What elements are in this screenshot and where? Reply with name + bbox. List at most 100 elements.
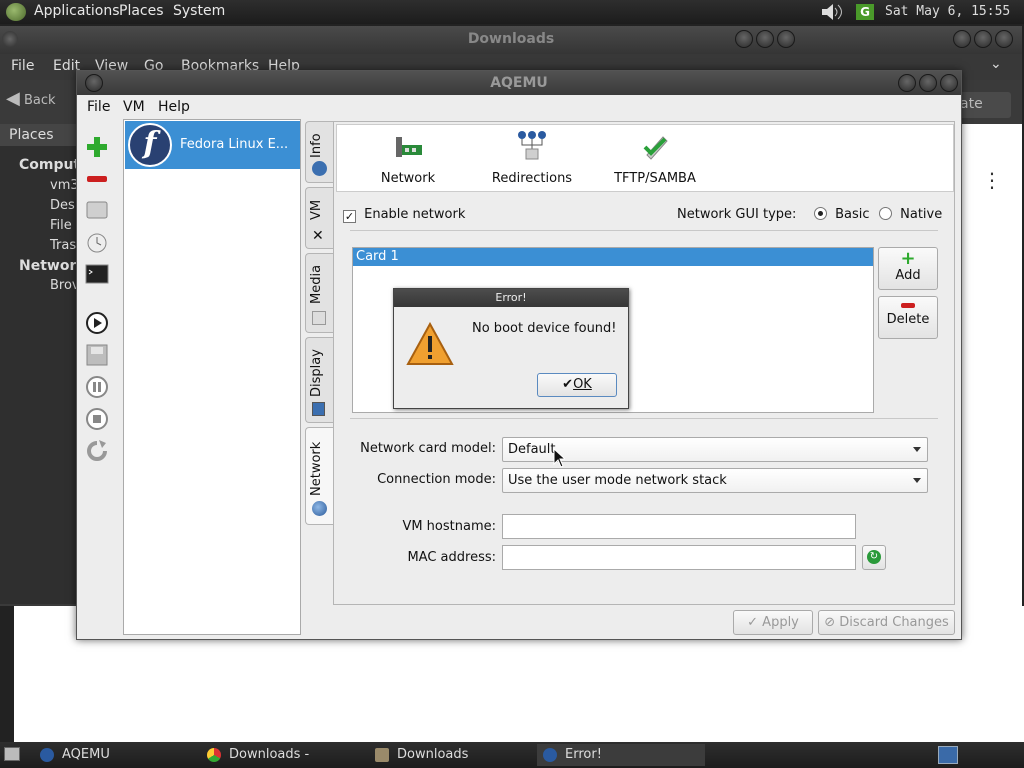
pause-icon[interactable] [85, 375, 109, 399]
window-controls-right[interactable] [950, 30, 1013, 52]
subtab-network[interactable]: Network [377, 129, 439, 186]
menu-system[interactable]: System [173, 3, 225, 19]
window-controls[interactable] [895, 74, 958, 96]
task-label: Downloads [397, 747, 469, 762]
window-menu-button[interactable] [82, 74, 103, 96]
discard-label: Discard Changes [839, 615, 949, 630]
hard-disk-icon[interactable] [85, 198, 109, 222]
remove-icon [901, 303, 915, 308]
radio-native[interactable]: Native [879, 207, 942, 222]
sidebar-item-vm3[interactable]: vm3 [30, 178, 79, 193]
add-vm-icon[interactable] [85, 135, 109, 159]
kebab-menu-icon[interactable]: ⋮ [982, 168, 1002, 192]
hostname-input[interactable] [502, 514, 856, 539]
info-icon [312, 161, 327, 176]
redirections-icon [518, 131, 546, 160]
update-icon[interactable]: G [856, 4, 874, 20]
dropdown-arrow-icon [913, 478, 921, 483]
delete-label: Delete [886, 312, 930, 327]
subtab-label: Redirections [491, 171, 573, 186]
task-downloads[interactable]: Downloads [369, 744, 537, 766]
dialog-titlebar[interactable]: Error! [394, 289, 628, 307]
menu-applications[interactable]: Applications [34, 3, 120, 19]
clock-icon[interactable] [85, 231, 109, 255]
downloads-titlebar[interactable]: Downloads [0, 26, 1022, 54]
menu-file[interactable]: File [87, 99, 110, 115]
tab-network[interactable]: Network [305, 427, 333, 525]
window-controls[interactable] [732, 30, 795, 52]
refresh-icon: ↻ [867, 550, 881, 564]
radio-basic-label: Basic [835, 207, 870, 222]
enable-network-checkbox[interactable]: ✓ Enable network [343, 207, 465, 223]
tab-info[interactable]: Info [305, 121, 333, 183]
sidebar-item-trash[interactable]: Tras [30, 238, 76, 253]
card-list-item[interactable]: Card 1 [353, 248, 873, 266]
workspace-switcher[interactable] [938, 746, 958, 764]
ok-check-icon: ✔ [562, 377, 574, 392]
remove-vm-icon[interactable] [85, 167, 109, 191]
chrome-icon [207, 748, 221, 762]
clock[interactable]: Sat May 6, 15:55 [885, 4, 1010, 19]
fedora-logo-icon: f [128, 123, 172, 167]
gnome-foot-icon[interactable] [6, 3, 26, 21]
ok-button[interactable]: ✔OK [537, 373, 617, 397]
menu-places[interactable]: Places [119, 3, 164, 19]
show-desktop-icon[interactable] [4, 747, 20, 761]
task-label: Error! [565, 747, 602, 762]
mac-input[interactable] [502, 545, 856, 570]
discard-button[interactable]: ⊘ Discard Changes [818, 610, 955, 635]
sidebar-item-label: vm3 [50, 178, 79, 193]
tab-vm[interactable]: VM ✕ [305, 187, 333, 249]
menu-help[interactable]: Help [158, 99, 190, 115]
generate-mac-button[interactable]: ↻ [862, 545, 886, 570]
delete-card-button[interactable]: Delete [878, 296, 938, 339]
sidebar-item-browse[interactable]: Brov [30, 278, 80, 293]
hostname-label: VM hostname: [402, 519, 496, 534]
update-label: ate [960, 96, 983, 112]
update-button[interactable]: ate [955, 92, 1011, 118]
conn-mode-select[interactable]: Use the user mode network stack [502, 468, 928, 493]
ok-label: OK [573, 377, 592, 392]
window-menu-icon[interactable] [0, 30, 20, 48]
tab-media[interactable]: Media [305, 253, 333, 333]
volume-icon[interactable] [820, 3, 844, 21]
card-model-select[interactable]: Default [502, 437, 928, 462]
aqemu-titlebar[interactable]: AQEMU [77, 71, 961, 95]
stop-icon[interactable] [85, 407, 109, 431]
vm-list-item[interactable]: f Fedora Linux E... [125, 121, 300, 169]
radio-basic[interactable]: Basic [814, 207, 870, 222]
back-button[interactable]: ◀ Back [6, 88, 56, 109]
tab-display[interactable]: Display [305, 337, 333, 423]
radio-selected-icon [814, 207, 827, 220]
sidebar-item-label: Des [50, 198, 75, 213]
places-header[interactable]: Places [0, 124, 76, 146]
menu-file[interactable]: File [11, 58, 34, 74]
chevron-down-icon[interactable]: ⌄ [990, 56, 1002, 72]
globe-icon [312, 501, 327, 516]
sidebar-item-desktop[interactable]: Des [30, 198, 75, 213]
sidebar-item-filesystem[interactable]: File [30, 218, 72, 233]
back-label: Back [23, 93, 56, 108]
subtab-label: TFTP/SAMBA [614, 171, 696, 186]
warning-icon [406, 322, 454, 365]
play-icon[interactable] [85, 311, 109, 335]
network-subtabs: Network Redirections TFTP/SAMBA [336, 124, 954, 192]
menu-vm[interactable]: VM [123, 99, 145, 115]
task-aqemu[interactable]: AQEMU [34, 744, 194, 766]
apply-button[interactable]: ✓ Apply [733, 610, 813, 635]
subtab-redirections[interactable]: Redirections [490, 129, 574, 186]
subtab-tftp-samba[interactable]: TFTP/SAMBA [613, 129, 697, 186]
terminal-icon[interactable] [85, 262, 109, 286]
discard-icon: ⊘ [824, 615, 836, 630]
add-icon: + [900, 248, 916, 269]
conn-mode-value: Use the user mode network stack [508, 473, 727, 488]
save-state-icon[interactable] [85, 343, 109, 367]
display-icon [312, 402, 325, 416]
task-error[interactable]: Error! [537, 744, 705, 766]
task-chrome[interactable]: Downloads - Google... [201, 744, 369, 766]
media-icon [312, 311, 326, 325]
vm-name: Fedora Linux E... [180, 137, 289, 152]
browser-content-area: ⋮ [960, 124, 1022, 684]
add-card-button[interactable]: + Add [878, 247, 938, 290]
reset-icon[interactable] [85, 439, 109, 463]
